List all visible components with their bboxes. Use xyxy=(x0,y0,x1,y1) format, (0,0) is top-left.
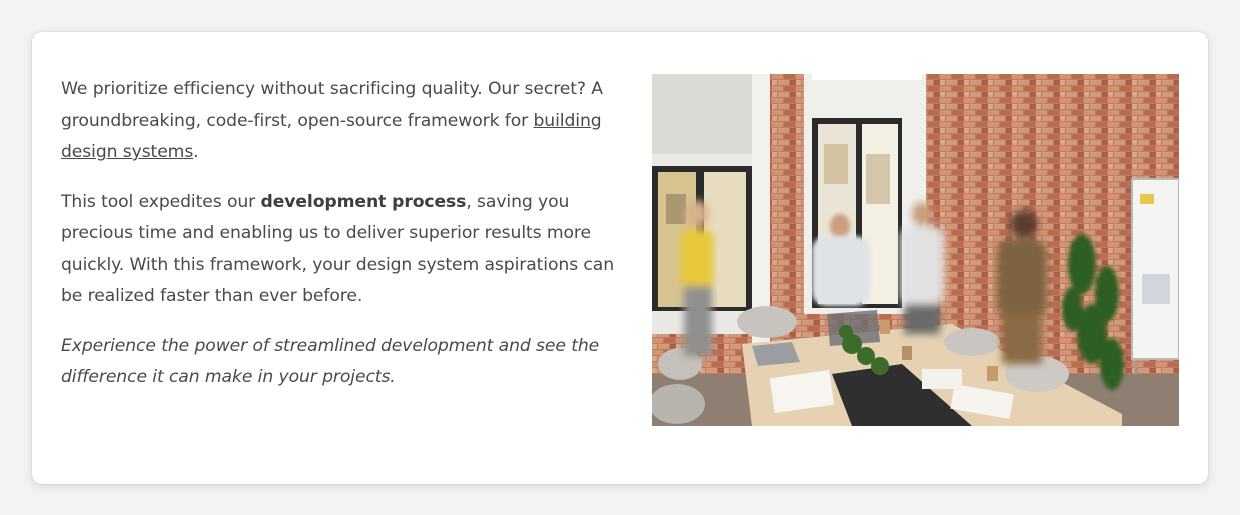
tool-text: This tool expedites our xyxy=(61,191,261,212)
content-card: We prioritize efficiency without sacrifi… xyxy=(32,32,1208,484)
closing-paragraph: Experience the power of streamlined deve… xyxy=(61,331,626,394)
text-column: We prioritize efficiency without sacrifi… xyxy=(61,74,626,412)
intro-paragraph: We prioritize efficiency without sacrifi… xyxy=(61,74,626,169)
intro-text: We prioritize efficiency without sacrifi… xyxy=(61,79,603,131)
intro-text-end: . xyxy=(193,142,199,162)
office-meeting-photo xyxy=(652,74,1179,426)
tool-paragraph: This tool expedites our development proc… xyxy=(61,187,626,313)
development-process-bold: development process xyxy=(260,191,467,212)
closing-italic-text: Experience the power of streamlined deve… xyxy=(61,335,600,388)
